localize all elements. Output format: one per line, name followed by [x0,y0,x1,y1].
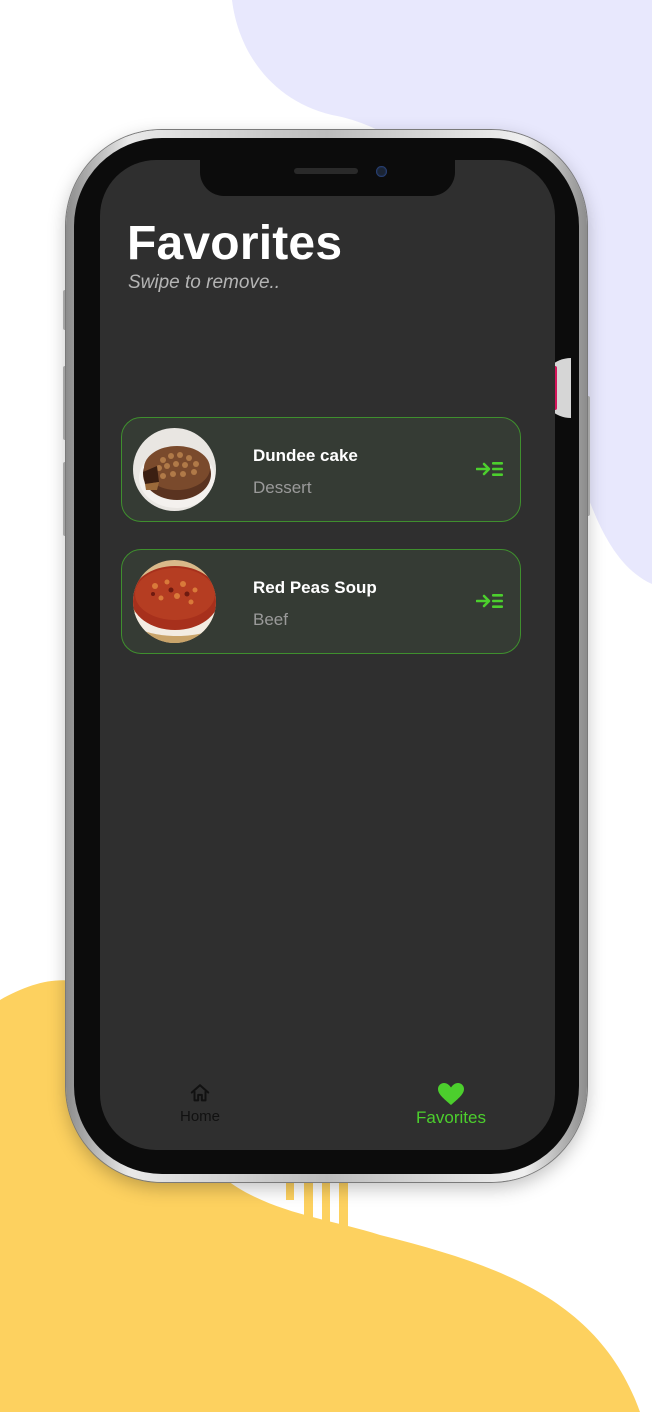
bg-stripe [304,1178,313,1222]
nav-favorites-label: Favorites [416,1108,486,1127]
recipe-name: Red Peas Soup [253,578,377,597]
page-title: Favorites [127,217,343,270]
favorite-card[interactable]: Dundee cake Dessert [121,417,521,522]
home-icon [190,1084,210,1102]
app-screen: Favorites Swipe to remove.. Dundee cake … [100,160,555,1150]
heart-icon [438,1083,464,1105]
add-to-list-icon[interactable] [475,458,504,480]
nav-favorites[interactable]: Favorites [391,1072,511,1150]
dundee-cake-photo [133,428,216,511]
notch-speaker [294,168,358,174]
bg-stripe [322,1178,330,1233]
phone-notch [200,160,455,196]
bottom-navigation: Home Favorites [100,1072,555,1150]
recipe-name: Dundee cake [253,446,358,465]
bg-stripe [339,1178,348,1236]
nav-home[interactable]: Home [140,1072,260,1150]
add-to-list-icon[interactable] [475,590,504,612]
page-subtitle: Swipe to remove.. [128,272,281,293]
favorite-card[interactable]: Red Peas Soup Beef [121,549,521,654]
recipe-category: Beef [253,610,288,629]
notch-camera [376,166,387,177]
red-peas-soup-photo [133,560,216,643]
nav-home-label: Home [179,1108,220,1125]
recipe-category: Dessert [253,478,312,497]
